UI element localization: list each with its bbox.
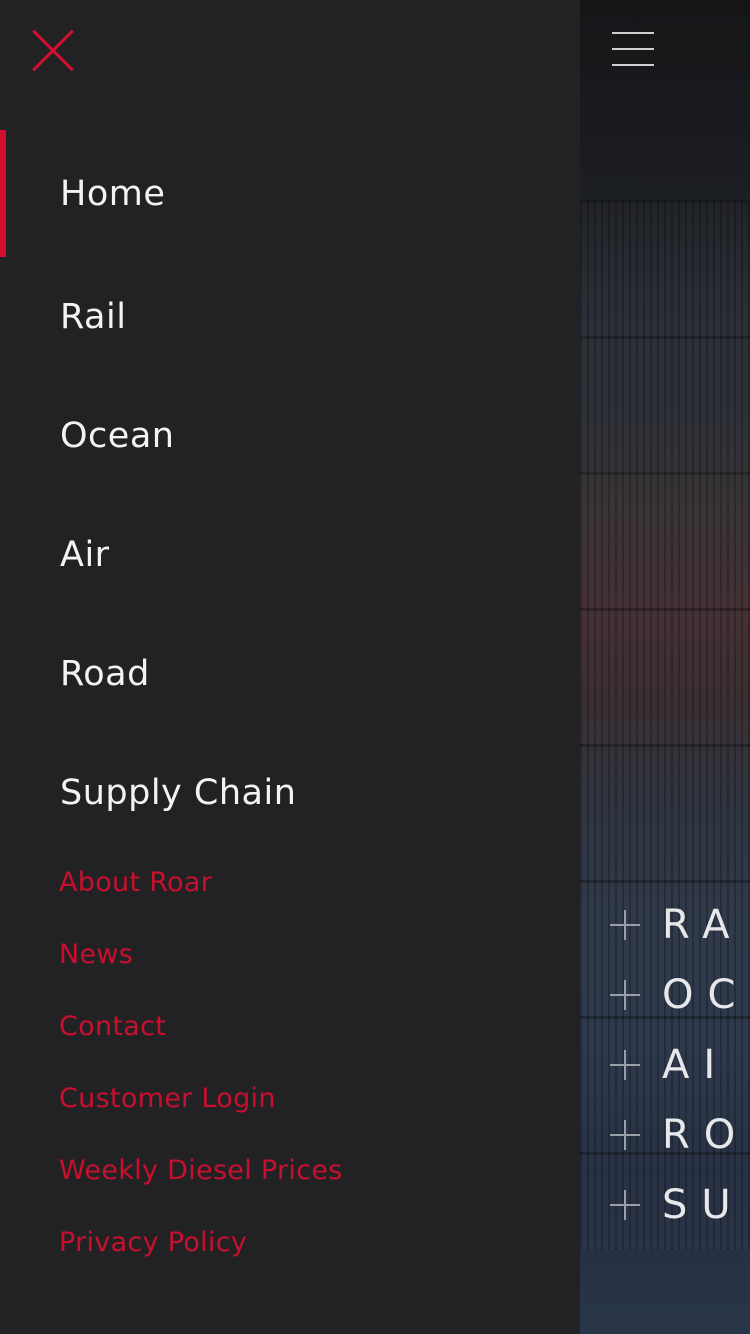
nav-item-home[interactable]: Home [0, 130, 580, 257]
link-about-roar[interactable]: About Roar [59, 850, 343, 922]
primary-nav: Home Rail Ocean Air Road Supply Chain [0, 130, 580, 852]
nav-item-label: Home [60, 173, 166, 214]
hamburger-menu-icon[interactable] [612, 30, 656, 68]
background-service-item[interactable]: RO [610, 1100, 749, 1170]
plus-icon [610, 1050, 640, 1080]
background-service-item[interactable]: AI [610, 1030, 749, 1100]
nav-item-air[interactable]: Air [0, 495, 580, 614]
link-news[interactable]: News [59, 922, 343, 994]
nav-item-label: Air [60, 534, 110, 575]
plus-icon [610, 910, 640, 940]
link-contact[interactable]: Contact [59, 994, 343, 1066]
nav-item-rail[interactable]: Rail [0, 257, 580, 376]
background-service-item[interactable]: RA [610, 890, 749, 960]
nav-item-label: Ocean [60, 415, 175, 456]
nav-item-supply-chain[interactable]: Supply Chain [0, 733, 580, 852]
nav-item-label: Rail [60, 296, 127, 337]
close-icon[interactable] [30, 28, 76, 74]
plus-icon [610, 1120, 640, 1150]
background-service-item[interactable]: SU [610, 1170, 749, 1240]
plus-icon [610, 980, 640, 1010]
nav-item-road[interactable]: Road [0, 614, 580, 733]
background-service-item[interactable]: OC [610, 960, 749, 1030]
navigation-drawer: Home Rail Ocean Air Road Supply Chain Ab… [0, 0, 580, 1334]
background-service-list: RA OC AI RO SU [610, 890, 749, 1240]
nav-item-label: Road [60, 653, 150, 694]
plus-icon [610, 1190, 640, 1220]
link-weekly-diesel-prices[interactable]: Weekly Diesel Prices [59, 1138, 343, 1210]
active-indicator [0, 130, 6, 257]
link-privacy-policy[interactable]: Privacy Policy [59, 1210, 343, 1282]
nav-item-ocean[interactable]: Ocean [0, 376, 580, 495]
secondary-nav: About Roar News Contact Customer Login W… [59, 850, 343, 1282]
link-customer-login[interactable]: Customer Login [59, 1066, 343, 1138]
nav-item-label: Supply Chain [60, 772, 297, 813]
